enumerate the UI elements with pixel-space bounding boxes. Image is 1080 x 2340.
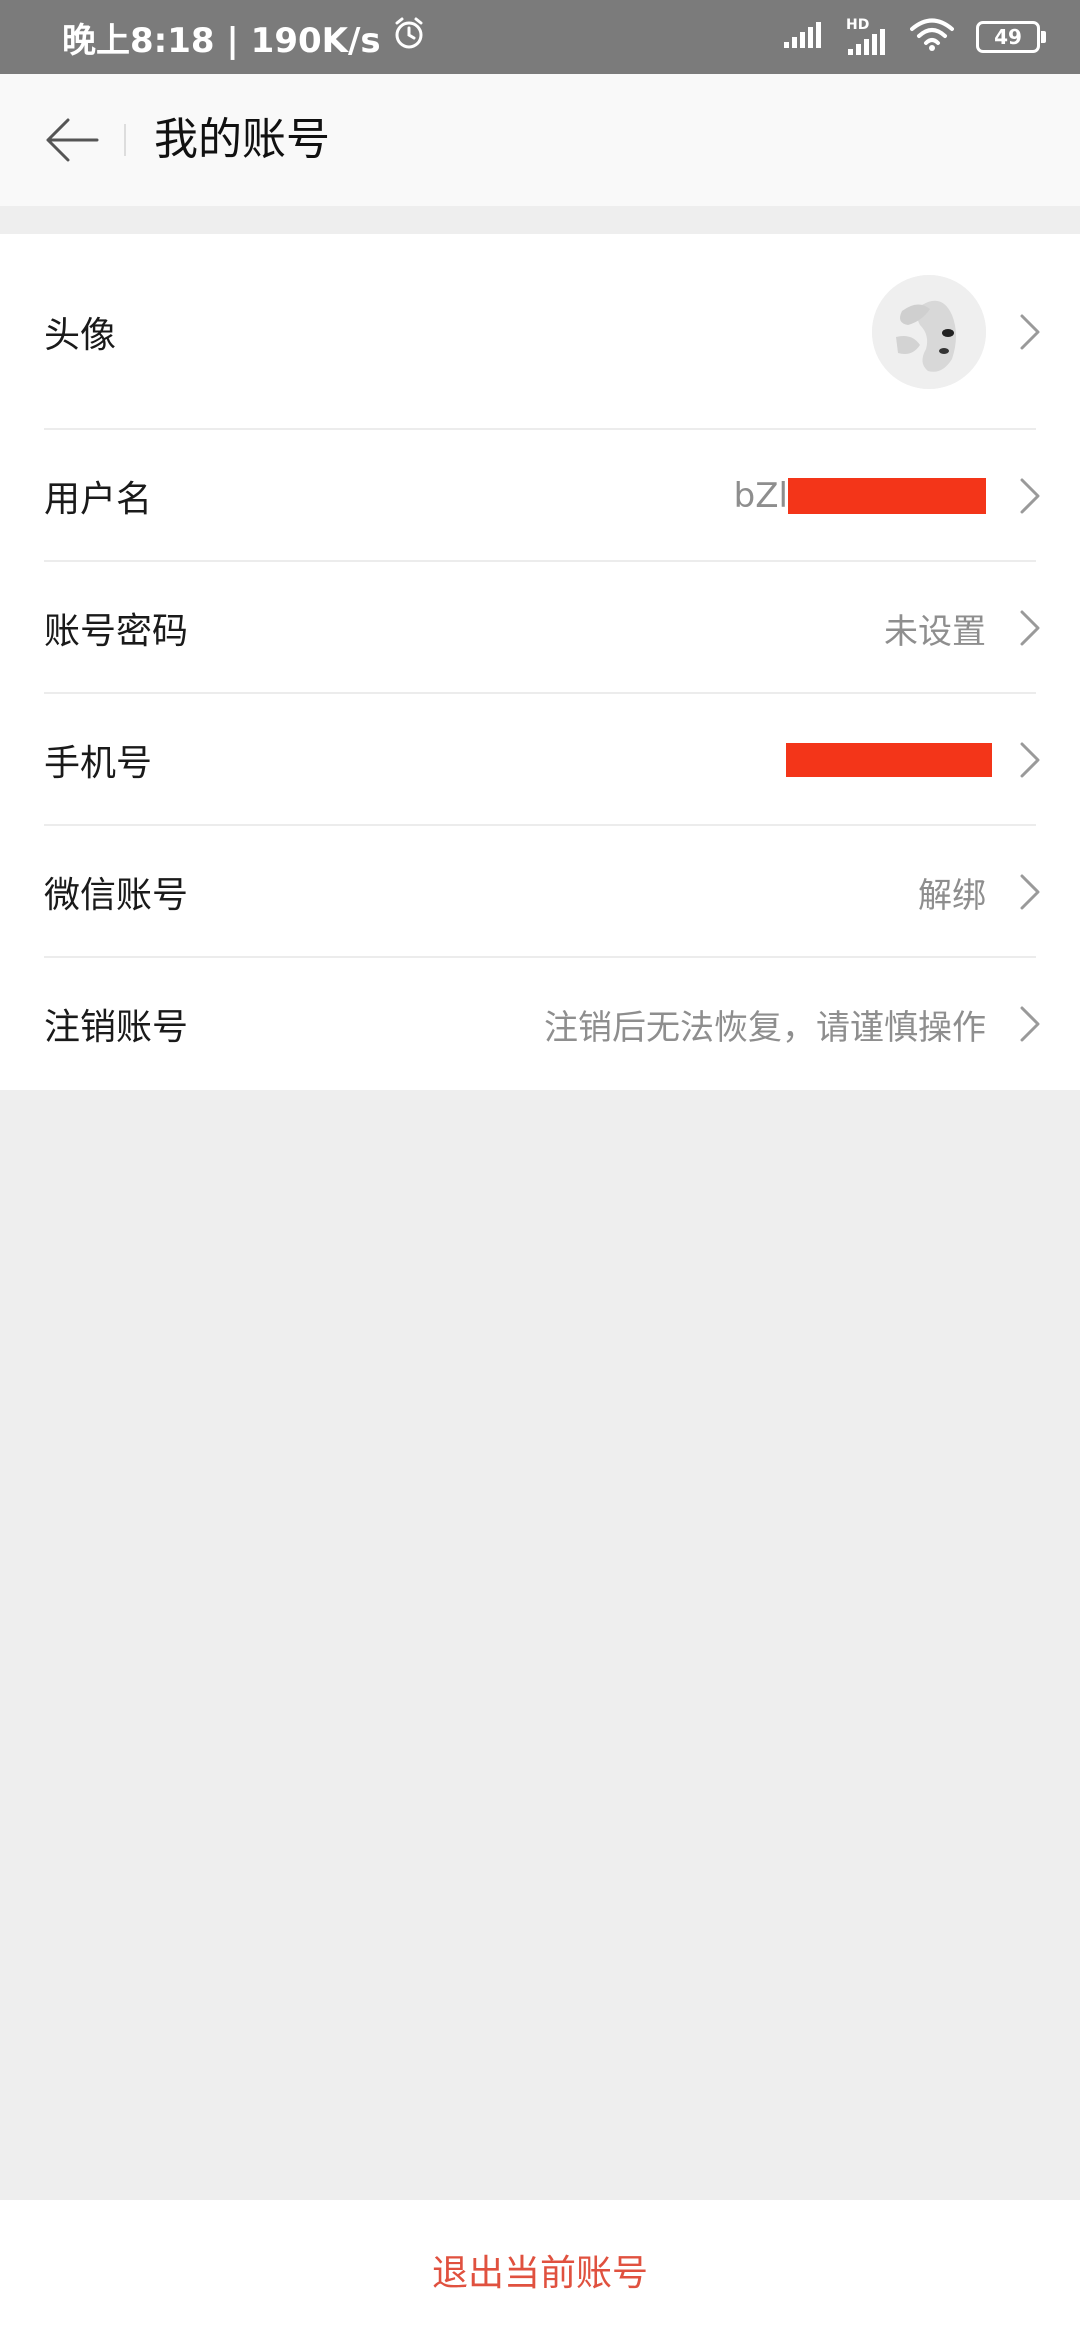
chevron-right-icon bbox=[1018, 562, 1042, 694]
battery-level: 49 bbox=[994, 25, 1022, 49]
row-cancel-account[interactable]: 注销账号 注销后无法恢复，请谨慎操作 bbox=[0, 958, 1080, 1090]
header-divider bbox=[124, 124, 126, 156]
alarm-icon bbox=[391, 15, 427, 60]
redaction-bar bbox=[788, 478, 986, 514]
status-right: HD 49 bbox=[782, 0, 1046, 74]
row-username[interactable]: 用户名 bZl bbox=[0, 430, 1080, 562]
row-value: 未设置 bbox=[884, 611, 986, 652]
row-label: 头像 bbox=[44, 315, 117, 356]
account-settings-list: 头像 用户名 bZl 账号密码 未设置 手机号 微信账号 解绑 注销账号 注销后… bbox=[0, 234, 1080, 1090]
row-label: 微信账号 bbox=[44, 875, 189, 916]
chevron-right-icon bbox=[1018, 826, 1042, 958]
status-bar: 晚上8:18 | 190K/s HD 49 bbox=[0, 0, 1080, 74]
chevron-right-icon bbox=[1018, 958, 1042, 1090]
username-value: bZl bbox=[733, 476, 788, 516]
row-avatar[interactable]: 头像 bbox=[0, 234, 1080, 430]
row-value: 注销后无法恢复，请谨慎操作 bbox=[544, 1007, 986, 1048]
avatar-dog-icon bbox=[872, 275, 986, 389]
logout-bar: 退出当前账号 bbox=[0, 2200, 1080, 2340]
back-arrow-icon bbox=[46, 118, 99, 162]
status-left: 晚上8:18 | 190K/s bbox=[62, 0, 427, 74]
row-label: 注销账号 bbox=[44, 1007, 189, 1048]
app-header: 我的账号 bbox=[0, 74, 1080, 206]
battery-icon: 49 bbox=[976, 21, 1046, 53]
row-label: 用户名 bbox=[44, 479, 153, 520]
row-label: 账号密码 bbox=[44, 611, 189, 652]
signal-icon bbox=[782, 20, 824, 54]
logout-button[interactable]: 退出当前账号 bbox=[432, 2244, 648, 2296]
chevron-right-icon bbox=[1018, 694, 1042, 826]
wifi-icon bbox=[910, 18, 954, 56]
row-phone[interactable]: 手机号 bbox=[0, 694, 1080, 826]
row-value bbox=[872, 234, 986, 430]
row-label: 手机号 bbox=[44, 743, 153, 784]
page-title: 我的账号 bbox=[154, 114, 330, 165]
avatar bbox=[872, 275, 986, 389]
row-wechat[interactable]: 微信账号 解绑 bbox=[0, 826, 1080, 958]
row-value: bZl bbox=[734, 430, 986, 562]
row-value: 解绑 bbox=[918, 875, 986, 916]
signal-hd-icon: HD bbox=[846, 17, 888, 57]
redaction-bar bbox=[786, 743, 992, 777]
status-time: 晚上8:18 | 190K/s bbox=[62, 20, 381, 61]
row-value bbox=[786, 694, 992, 826]
chevron-right-icon bbox=[1018, 430, 1042, 562]
chevron-right-icon bbox=[1018, 234, 1042, 430]
back-button[interactable] bbox=[36, 104, 108, 176]
row-password[interactable]: 账号密码 未设置 bbox=[0, 562, 1080, 694]
